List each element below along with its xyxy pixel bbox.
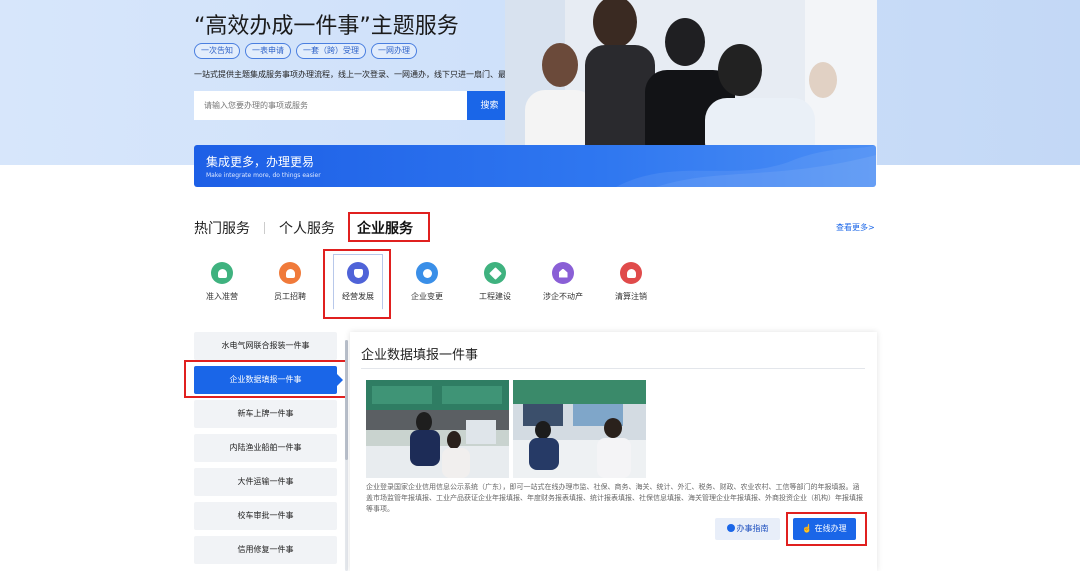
category-real-estate[interactable]: 涉企不动产 bbox=[533, 262, 593, 302]
category-label: 工程建设 bbox=[479, 292, 511, 301]
person-icon bbox=[279, 262, 301, 284]
service-photo-2 bbox=[513, 380, 646, 478]
list-item[interactable]: 校车审批一件事 bbox=[194, 502, 337, 530]
hero-tag: 一网办理 bbox=[371, 43, 417, 59]
category-access[interactable]: 准入准营 bbox=[192, 262, 252, 302]
tab-hot-services[interactable]: 热门服务 bbox=[194, 218, 250, 238]
highlight-box-tab bbox=[348, 212, 430, 242]
hero-tags: 一次告知 一表申请 一套（跨）受理 一网办理 bbox=[194, 43, 417, 59]
banner-wave-decoration bbox=[616, 145, 876, 187]
info-icon bbox=[726, 524, 735, 532]
stamp-icon bbox=[620, 262, 642, 284]
category-label: 涉企不动产 bbox=[543, 292, 583, 301]
page: “高效办成一件事”主题服务 一次告知 一表申请 一套（跨）受理 一网办理 一站式… bbox=[0, 0, 1080, 571]
tab-personal-services[interactable]: 个人服务 bbox=[279, 218, 335, 238]
slogan-banner: 集成更多，办理更易 Make integrate more, do things… bbox=[194, 145, 876, 187]
list-item[interactable]: 水电气网联合报装一件事 bbox=[194, 332, 337, 360]
category-label: 准入准营 bbox=[206, 292, 238, 301]
category-label: 企业变更 bbox=[411, 292, 443, 301]
list-scrollbar-thumb[interactable] bbox=[345, 340, 348, 460]
list-item[interactable]: 新车上牌一件事 bbox=[194, 400, 337, 428]
tab-divider bbox=[264, 222, 265, 234]
category-liquidation[interactable]: 清算注销 bbox=[601, 262, 661, 302]
list-item[interactable]: 信用修复一件事 bbox=[194, 536, 337, 564]
category-enterprise-change[interactable]: 企业变更 bbox=[397, 262, 457, 302]
house-icon bbox=[552, 262, 574, 284]
refresh-icon bbox=[416, 262, 438, 284]
list-item[interactable]: 大件运输一件事 bbox=[194, 468, 337, 496]
detail-description: 企业登录国家企业信用信息公示系统（广东），即可一站式在线办理市监、社保、商务、海… bbox=[366, 483, 863, 513]
hero-tag: 一套（跨）受理 bbox=[296, 43, 366, 59]
person-badge-icon bbox=[211, 262, 233, 284]
service-guide-button[interactable]: 办事指南 bbox=[715, 518, 780, 540]
service-photo-1 bbox=[366, 380, 509, 478]
detail-divider bbox=[361, 368, 865, 369]
category-recruitment[interactable]: 员工招聘 bbox=[260, 262, 320, 302]
category-label: 清算注销 bbox=[615, 292, 647, 301]
banner-title: 集成更多，办理更易 bbox=[206, 155, 315, 169]
hero-description: 一站式提供主题集成服务事项办理流程，线上一次登录、一网通办，线下只进一扇门、最多… bbox=[194, 70, 538, 79]
banner-subtitle: Make integrate more, do things easier bbox=[206, 172, 321, 179]
search-input[interactable] bbox=[194, 91, 467, 120]
view-more-link[interactable]: 查看更多> bbox=[836, 222, 875, 233]
hero-title: “高效办成一件事”主题服务 bbox=[194, 14, 459, 39]
category-label: 员工招聘 bbox=[274, 292, 306, 301]
highlight-box-list-item bbox=[184, 360, 348, 398]
category-construction[interactable]: 工程建设 bbox=[465, 262, 525, 302]
hero-tag: 一次告知 bbox=[194, 43, 240, 59]
hero-photo bbox=[505, 0, 877, 165]
hero-tag: 一表申请 bbox=[245, 43, 291, 59]
highlight-box-button bbox=[786, 512, 867, 546]
highlight-box-category bbox=[323, 249, 391, 319]
service-guide-label: 办事指南 bbox=[736, 524, 769, 533]
detail-panel: 企业数据填报一件事 企业登录国家企业信用信息公示系统（广东），即可一站式在线办理… bbox=[350, 332, 877, 571]
list-item[interactable]: 内陆渔业船舶一件事 bbox=[194, 434, 337, 462]
detail-title: 企业数据填报一件事 bbox=[361, 348, 479, 363]
layers-icon bbox=[484, 262, 506, 284]
